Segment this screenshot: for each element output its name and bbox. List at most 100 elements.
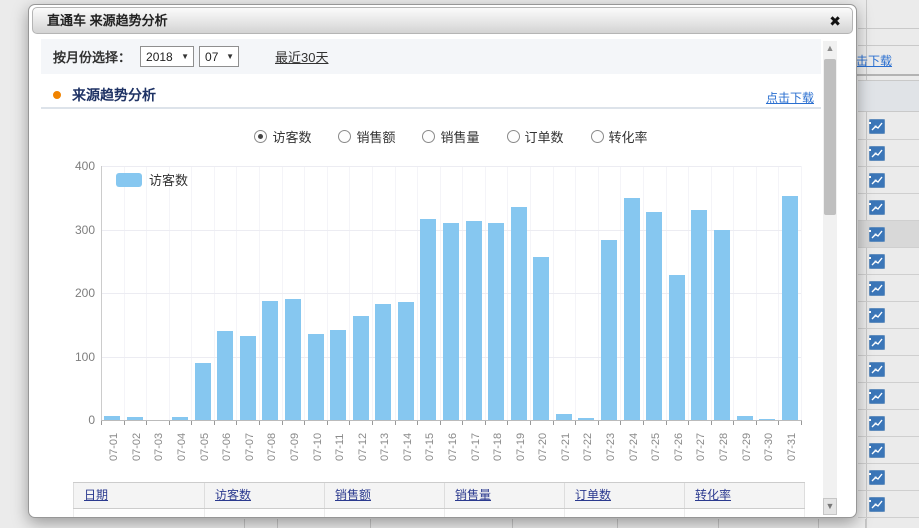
trend-chart-icon[interactable] bbox=[869, 362, 885, 377]
metric-radio-5[interactable]: 转化率 bbox=[591, 127, 648, 146]
table-header-link[interactable]: 销售额 bbox=[335, 488, 371, 502]
axis-tick bbox=[372, 421, 373, 425]
scrollbar-thumb[interactable] bbox=[824, 59, 836, 215]
x-axis-tick-label: 07-05 bbox=[199, 433, 211, 461]
year-select[interactable]: 2018 ▼ bbox=[140, 46, 194, 67]
radio-icon[interactable] bbox=[507, 130, 520, 143]
trend-chart-icon[interactable] bbox=[869, 119, 885, 134]
month-select-value: 07 bbox=[205, 50, 218, 64]
trend-chart-icon[interactable] bbox=[869, 254, 885, 269]
trend-chart-icon[interactable] bbox=[869, 227, 885, 242]
bar-07-06 bbox=[217, 331, 233, 420]
close-icon[interactable]: ✖ bbox=[829, 8, 841, 34]
data-table: 日期 访客数 销售额 销售量 订单数 转化率 bbox=[73, 482, 805, 518]
metric-radio-2[interactable]: 销售额 bbox=[338, 127, 395, 146]
axis-tick bbox=[598, 421, 599, 425]
axis-tick bbox=[146, 421, 147, 425]
bar-07-23 bbox=[601, 240, 617, 420]
x-axis-tick-label: 07-13 bbox=[379, 433, 391, 461]
trend-chart-icon[interactable] bbox=[869, 281, 885, 296]
data-table-header-row: 日期 访客数 销售额 销售量 订单数 转化率 bbox=[73, 482, 805, 509]
axis-tick bbox=[417, 421, 418, 425]
axis-tick bbox=[101, 421, 102, 425]
x-axis-tick-label: 07-28 bbox=[718, 433, 730, 461]
bar-07-19 bbox=[511, 207, 527, 420]
trend-chart-icon[interactable] bbox=[869, 443, 885, 458]
data-table-partial-row bbox=[73, 509, 805, 518]
recent-30-days-link[interactable]: 最近30天 bbox=[275, 47, 328, 66]
month-select-label: 按月份选择： bbox=[53, 47, 131, 66]
axis-tick bbox=[530, 421, 531, 425]
table-header-link[interactable]: 日期 bbox=[84, 488, 108, 502]
x-axis-tick-label: 07-22 bbox=[582, 433, 594, 461]
bar-07-14 bbox=[398, 302, 414, 420]
radio-icon[interactable] bbox=[591, 130, 604, 143]
trend-chart-icon[interactable] bbox=[869, 389, 885, 404]
trend-chart-icon[interactable] bbox=[869, 200, 885, 215]
table-header-link[interactable]: 转化率 bbox=[695, 488, 731, 502]
bar-07-09 bbox=[285, 299, 301, 420]
chart-legend[interactable]: 访客数 bbox=[116, 170, 188, 189]
bar-07-02 bbox=[127, 417, 143, 420]
x-axis-tick-label: 07-11 bbox=[334, 434, 346, 461]
x-axis-tick-label: 07-14 bbox=[402, 433, 414, 461]
trend-chart-icon[interactable] bbox=[869, 470, 885, 485]
x-axis-tick-label: 07-10 bbox=[312, 433, 324, 461]
trend-chart-icon[interactable] bbox=[869, 173, 885, 188]
trend-chart-icon[interactable] bbox=[869, 146, 885, 161]
legend-label: 访客数 bbox=[149, 170, 188, 189]
x-axis-tick-label: 07-17 bbox=[470, 433, 482, 461]
dialog-titlebar[interactable]: 直通车 来源趋势分析 ✖ bbox=[32, 7, 853, 34]
axis-tick bbox=[711, 421, 712, 425]
background-table: 点击下载 bbox=[858, 0, 919, 528]
trend-chart-icon[interactable] bbox=[869, 416, 885, 431]
x-axis-tick-label: 07-25 bbox=[650, 433, 662, 461]
x-axis-tick-label: 07-20 bbox=[537, 433, 549, 461]
bullet-ring-icon bbox=[53, 91, 61, 99]
bar-chart: 010020030040007-0107-0207-0307-0407-0507… bbox=[29, 151, 857, 481]
y-axis-tick-label: 200 bbox=[61, 286, 95, 300]
radio-icon[interactable] bbox=[338, 130, 351, 143]
axis-tick bbox=[214, 421, 215, 425]
scroll-down-icon[interactable]: ▼ bbox=[823, 498, 837, 515]
axis-tick bbox=[124, 421, 125, 425]
axis-tick bbox=[349, 421, 350, 425]
download-link[interactable]: 点击下载 bbox=[766, 89, 814, 106]
bar-07-05 bbox=[195, 363, 211, 420]
x-axis-tick-label: 07-24 bbox=[628, 433, 640, 461]
bar-07-17 bbox=[466, 221, 482, 420]
axis-tick bbox=[778, 421, 779, 425]
bg-table-row bbox=[858, 464, 919, 491]
metric-radio-1[interactable]: 访客数 bbox=[254, 127, 311, 146]
bg-table-row bbox=[858, 356, 919, 383]
table-header-cell: 订单数 bbox=[565, 483, 685, 508]
table-header-cell: 访客数 bbox=[205, 483, 325, 508]
radio-icon[interactable] bbox=[254, 130, 267, 143]
bar-07-24 bbox=[624, 198, 640, 420]
x-axis-tick-label: 07-04 bbox=[176, 433, 188, 461]
radio-icon[interactable] bbox=[422, 130, 435, 143]
x-axis-tick-label: 07-26 bbox=[673, 433, 685, 461]
trend-chart-icon[interactable] bbox=[869, 497, 885, 512]
scroll-up-icon[interactable]: ▲ bbox=[823, 43, 837, 53]
bar-07-18 bbox=[488, 223, 504, 420]
x-axis-tick-label: 07-27 bbox=[695, 433, 707, 461]
table-header-link[interactable]: 销售量 bbox=[455, 488, 491, 502]
axis-tick bbox=[304, 421, 305, 425]
bg-table-row bbox=[858, 167, 919, 194]
bar-07-31 bbox=[782, 196, 798, 420]
dialog-scrollbar[interactable]: ▲ ▼ bbox=[823, 41, 837, 515]
metric-radio-4[interactable]: 订单数 bbox=[507, 127, 564, 146]
table-header-link[interactable]: 订单数 bbox=[575, 488, 611, 502]
table-header-link[interactable]: 访客数 bbox=[215, 488, 251, 502]
bar-07-30 bbox=[759, 419, 775, 420]
table-header-cell: 销售量 bbox=[445, 483, 565, 508]
trend-chart-icon[interactable] bbox=[869, 308, 885, 323]
bar-07-04 bbox=[172, 417, 188, 420]
metric-radio-3[interactable]: 销售量 bbox=[422, 127, 479, 146]
month-select[interactable]: 07 ▼ bbox=[199, 46, 239, 67]
bg-table-row bbox=[858, 302, 919, 329]
trend-chart-icon[interactable] bbox=[869, 335, 885, 350]
axis-tick bbox=[440, 421, 441, 425]
bg-bottom-cells bbox=[0, 519, 919, 528]
